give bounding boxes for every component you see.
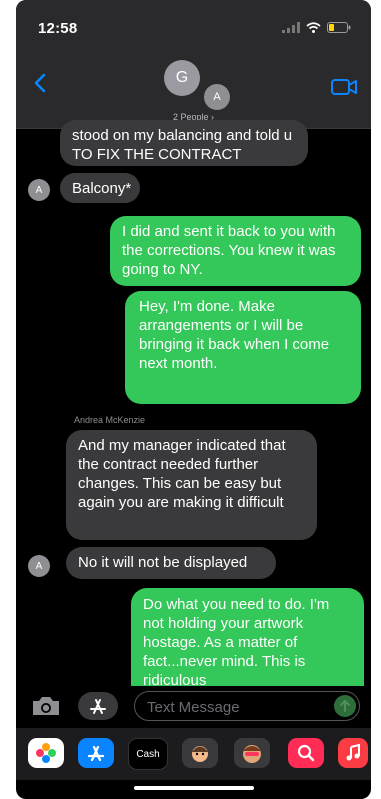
send-button[interactable]	[334, 695, 356, 717]
sender-avatar[interactable]: A	[28, 179, 50, 201]
messages-screen: 12:58 G A 2 People › stood on my balanci…	[16, 0, 371, 799]
sender-name: Andrea McKenzie	[74, 415, 146, 425]
music-note-icon	[346, 744, 360, 761]
memoji-face-icon	[192, 746, 208, 762]
group-avatar-a[interactable]: A	[204, 84, 230, 110]
message-input[interactable]	[145, 696, 329, 718]
message-bubble-incoming[interactable]: No it will not be displayed	[66, 547, 276, 579]
message-thread[interactable]: stood on my balancing and told u TO FIX …	[16, 120, 371, 688]
photos-flower-icon	[36, 743, 56, 763]
status-icons	[282, 22, 351, 33]
message-input-field[interactable]	[134, 691, 360, 721]
apple-cash-icon[interactable]: Cash	[128, 738, 168, 770]
memoji-icon[interactable]	[182, 738, 218, 768]
app-store-icon[interactable]	[78, 738, 114, 768]
imessage-app-tray: Cash	[16, 728, 371, 780]
facetime-video-icon[interactable]	[331, 78, 357, 96]
message-text: Hey, I'm done. Make arrangements or I wi…	[139, 298, 330, 372]
memoji-stickers-icon[interactable]	[234, 738, 270, 768]
message-text: Do what you need to do. I'm not holding …	[143, 596, 330, 688]
message-bubble-incoming[interactable]: And my manager indicated that the contra…	[66, 430, 317, 540]
message-text: I did and sent it back to you with the c…	[122, 223, 336, 278]
apple-cash-label: Cash	[136, 748, 160, 760]
group-avatar-g[interactable]: G	[164, 60, 200, 96]
status-bar: 12:58	[16, 18, 371, 40]
message-bubble-outgoing[interactable]: Do what you need to do. I'm not holding …	[131, 588, 364, 688]
message-bubble-outgoing[interactable]: Hey, I'm done. Make arrangements or I wi…	[125, 291, 361, 404]
photos-app-icon[interactable]	[28, 738, 64, 768]
message-text: No it will not be displayed	[78, 554, 248, 571]
app-store-icon	[90, 699, 106, 714]
wifi-icon	[306, 22, 321, 33]
conversation-header: 12:58 G A 2 People ›	[16, 0, 371, 129]
message-text: And my manager indicated that the contra…	[78, 437, 286, 511]
home-indicator[interactable]	[134, 786, 254, 790]
app-store-drawer-button[interactable]	[78, 692, 118, 720]
arrow-up-icon	[340, 700, 350, 712]
back-chevron-icon[interactable]	[30, 72, 52, 94]
sender-avatar[interactable]: A	[28, 555, 50, 577]
battery-icon	[327, 22, 351, 33]
compose-bar	[16, 686, 371, 726]
camera-icon[interactable]	[30, 694, 62, 718]
memoji-sticker-face-icon	[243, 745, 261, 763]
signal-icon	[282, 22, 300, 33]
message-bubble-outgoing[interactable]: I did and sent it back to you with the c…	[110, 216, 361, 286]
images-search-icon[interactable]	[288, 738, 324, 768]
magnifier-icon	[297, 744, 315, 762]
app-store-a-icon	[87, 745, 105, 762]
status-time: 12:58	[38, 20, 78, 37]
message-bubble-incoming[interactable]: stood on my balancing and told u TO FIX …	[60, 120, 308, 166]
message-text: Balcony*	[72, 180, 132, 197]
message-bubble-incoming[interactable]: Balcony*	[60, 173, 140, 203]
message-text: stood on my balancing and told u TO FIX …	[72, 127, 293, 163]
music-app-icon[interactable]	[338, 738, 368, 768]
